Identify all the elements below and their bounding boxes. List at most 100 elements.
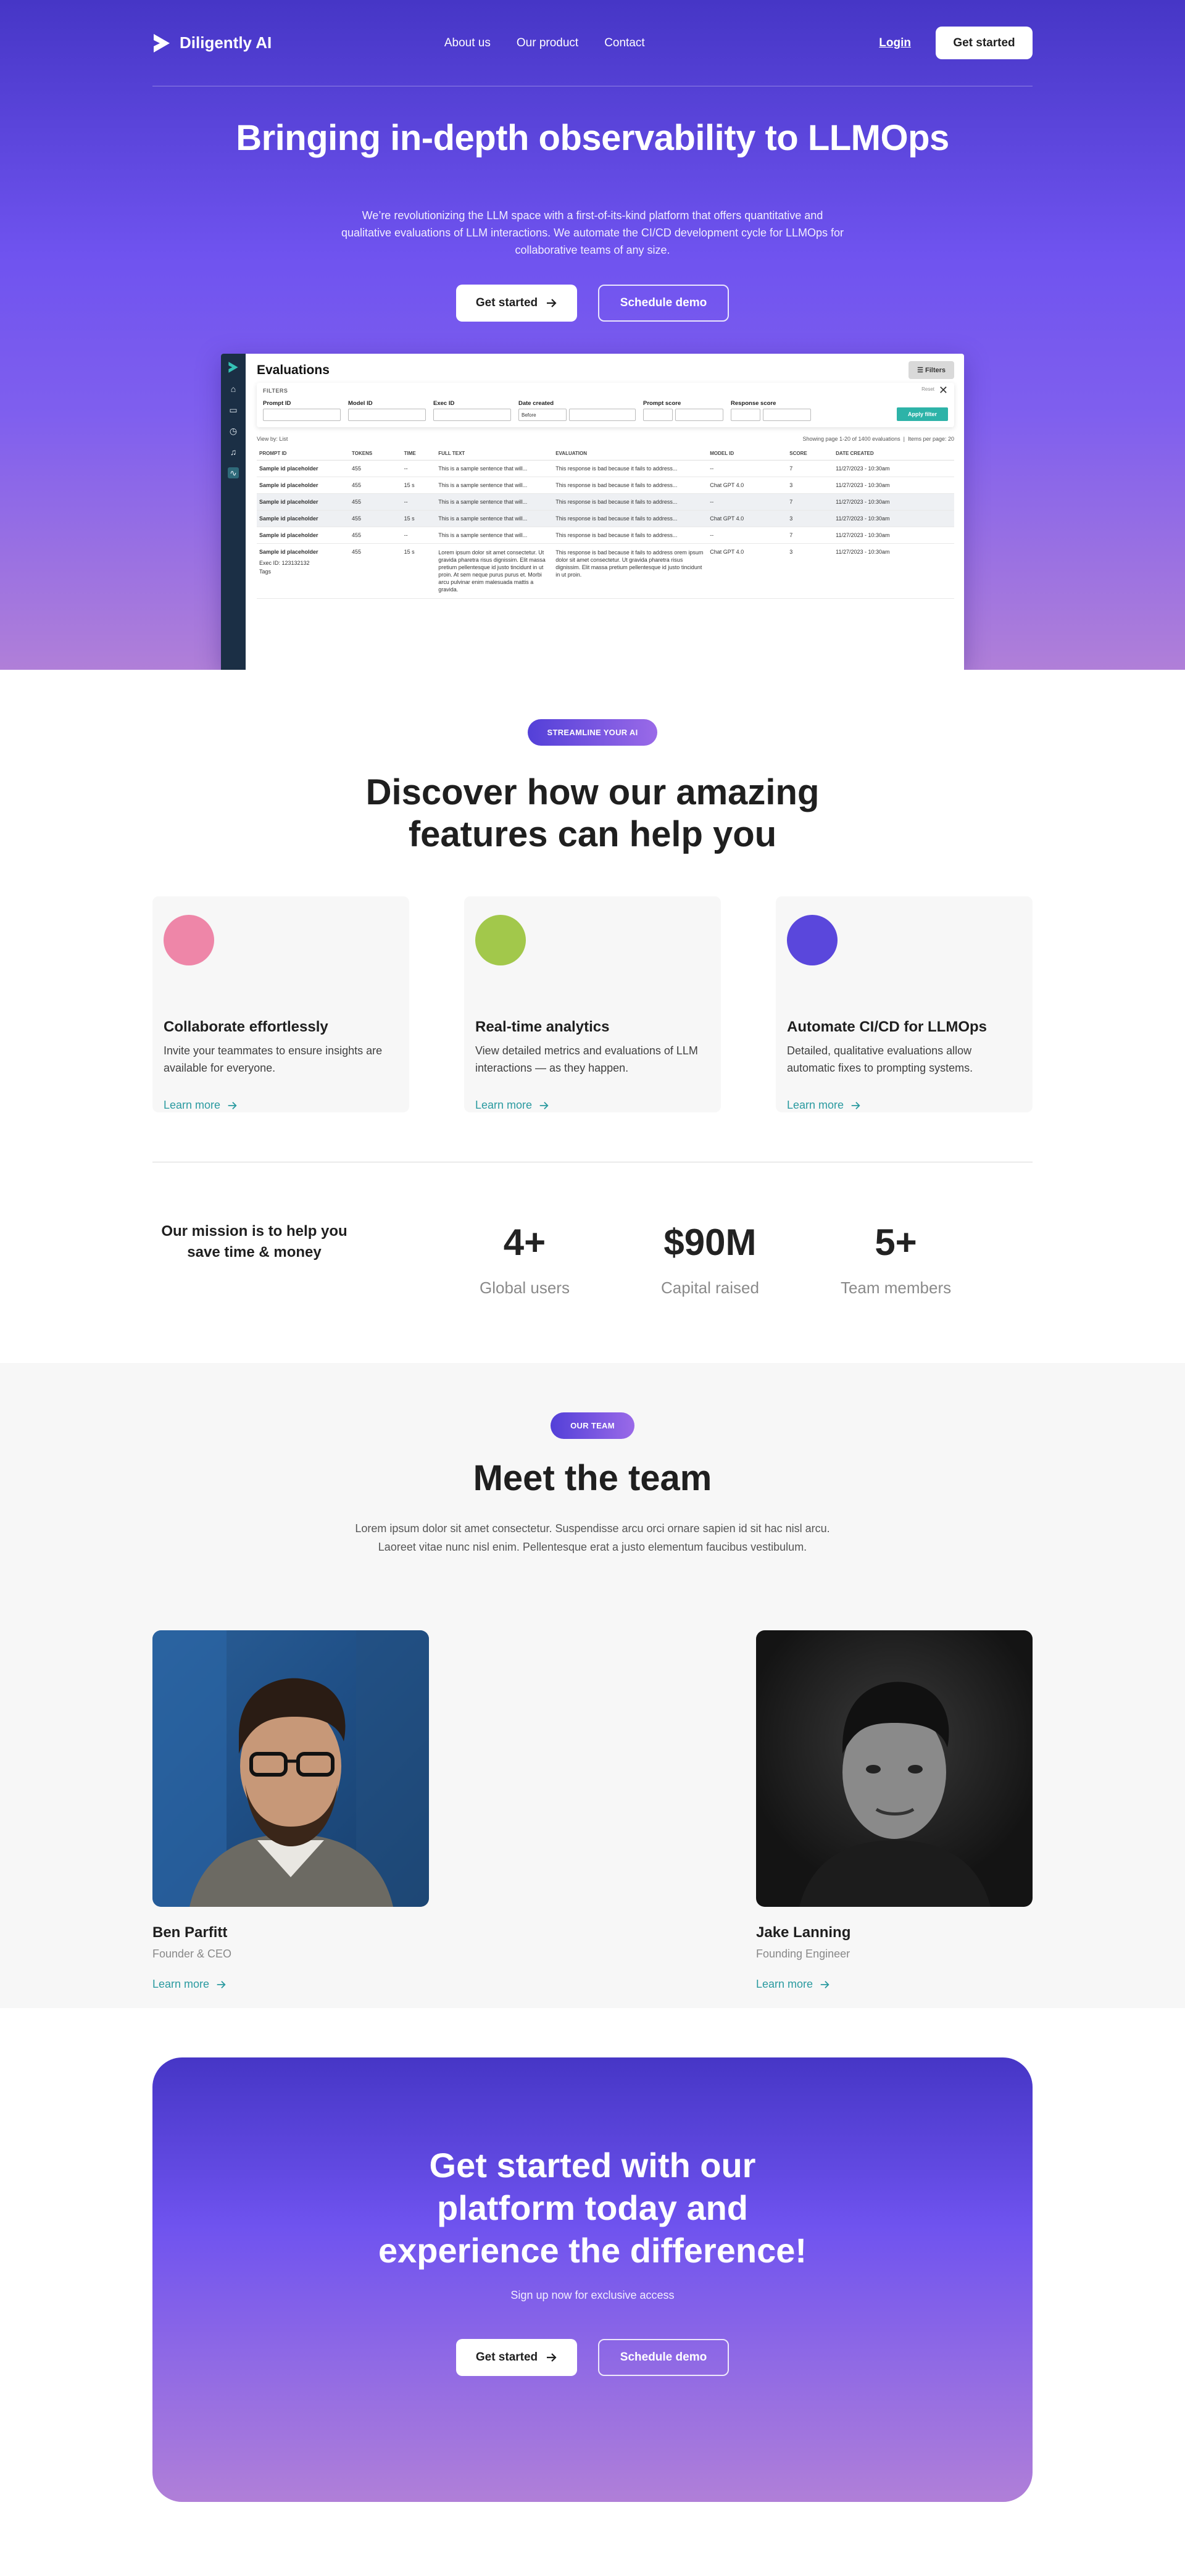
clock-icon[interactable]: ◷	[228, 425, 239, 436]
cell-time: --	[401, 527, 436, 544]
hero-section: Diligently AI About us Our product Conta…	[0, 0, 1185, 670]
member-photo	[152, 1630, 429, 1907]
table-row[interactable]: Sample id placeholder 455 -- This is a s…	[257, 460, 954, 477]
col-evaluation[interactable]: EVALUATION	[553, 447, 708, 461]
cell-score: 3	[787, 543, 834, 599]
home-icon[interactable]: ⌂	[228, 383, 239, 394]
member-card: Jake Lanning Founding Engineer Learn mor…	[756, 1630, 1033, 1991]
learn-more-link[interactable]: Learn more	[475, 1099, 549, 1112]
cell-prompt-id: Sample id placeholder	[257, 527, 349, 544]
response-score-label: Response score	[731, 400, 776, 407]
cell-text: Lorem ipsum dolor sit amet consectetur. …	[436, 543, 554, 599]
stat-label: Team members	[840, 1278, 952, 1297]
analytics-icon[interactable]: ∿	[228, 467, 239, 478]
hero-schedule-demo-button[interactable]: Schedule demo	[598, 285, 729, 322]
feature-title: Collaborate effortlessly	[164, 1019, 328, 1035]
learn-more-link[interactable]: Learn more	[164, 1099, 238, 1112]
features-section: STREAMLINE YOUR AI Discover how our amaz…	[0, 670, 1185, 1363]
prompt-score-op[interactable]	[643, 409, 673, 421]
cta-get-started-label: Get started	[475, 2351, 538, 2364]
feature-card-analytics: Real-time analytics View detailed metric…	[464, 896, 721, 1112]
table-row[interactable]: Sample id placeholder 455 -- This is a s…	[257, 527, 954, 544]
filters-button[interactable]: ☰ Filters	[908, 361, 954, 379]
login-link[interactable]: Login	[879, 36, 911, 50]
model-id-input[interactable]	[348, 409, 426, 421]
app-sidebar: ⌂ ▭ ◷ ♫ ∿	[221, 354, 246, 670]
items-per-page-select[interactable]: Items per page: 20	[908, 436, 954, 442]
hero-lead: We’re revolutionizing the LLM space with…	[341, 209, 844, 256]
date-created-label: Date created	[518, 400, 554, 407]
app-content: Evaluations ☰ Filters Reset ✕ FILTERS Pr…	[246, 354, 964, 670]
learn-more-link[interactable]: Learn more	[152, 1978, 227, 1991]
col-date-created[interactable]: DATE CREATED	[833, 447, 954, 461]
table-row[interactable]: Sample id placeholder 455 15 s This is a…	[257, 477, 954, 494]
nav-get-started-button[interactable]: Get started	[935, 27, 1033, 59]
exec-id-label: Exec ID	[433, 400, 455, 407]
arrow-right-icon	[228, 1101, 237, 1109]
learn-more-label: Learn more	[164, 1099, 221, 1111]
cell-text: This is a sample sentence that will...	[436, 460, 554, 477]
evaluations-table: PROMPT ID TOKENS TIME FULL TEXT EVALUATI…	[257, 447, 954, 599]
reset-link[interactable]: Reset	[921, 386, 934, 392]
app-title: Evaluations	[257, 362, 330, 377]
cta-panel: Get started with our platform today and …	[152, 2057, 1033, 2502]
cta-section: Get started with our platform today and …	[0, 2008, 1185, 2576]
response-score-input[interactable]	[763, 409, 811, 421]
col-tokens[interactable]: TOKENS	[349, 447, 402, 461]
table-row[interactable]: Sample id placeholder 455 15 s This is a…	[257, 510, 954, 527]
stat-number: 5+	[875, 1222, 917, 1263]
date-mode-select[interactable]: Before	[518, 409, 567, 421]
hero-get-started-label: Get started	[475, 296, 538, 309]
prompt-score-input[interactable]	[675, 409, 723, 421]
hero-get-started-button[interactable]: Get started	[456, 285, 577, 322]
member-card: Ben Parfitt Founder & CEO Learn more	[152, 1630, 429, 1991]
learn-more-label: Learn more	[756, 1978, 813, 1990]
tags-label: Tags	[259, 569, 272, 575]
view-by-select[interactable]: View by: List	[257, 436, 288, 442]
cell-score: 7	[787, 527, 834, 544]
cell-text: This is a sample sentence that will...	[436, 477, 554, 494]
cell-time: 15 s	[401, 543, 436, 599]
table-row-expanded[interactable]: Sample id placeholder Exec ID: 123132132…	[257, 543, 954, 599]
feature-dot-icon	[164, 915, 214, 965]
learn-more-link[interactable]: Learn more	[756, 1978, 830, 1991]
learn-more-link[interactable]: Learn more	[787, 1099, 861, 1112]
brand-logo[interactable]: Diligently AI	[152, 33, 272, 54]
col-model-id[interactable]: MODEL ID	[707, 447, 788, 461]
col-full-text[interactable]: FULL TEXT	[436, 447, 554, 461]
expanded-id: Sample id placeholder	[259, 549, 318, 555]
model-id-label: Model ID	[348, 400, 373, 407]
exec-id-text: Exec ID: 123132132	[259, 560, 310, 566]
cta-get-started-button[interactable]: Get started	[456, 2339, 577, 2376]
bell-icon[interactable]: ♫	[228, 446, 239, 457]
col-prompt-id[interactable]: PROMPT ID	[257, 447, 349, 461]
arrow-right-icon	[820, 1980, 830, 1988]
nav-link-product[interactable]: Our product	[517, 36, 578, 50]
exec-id-input[interactable]	[433, 409, 511, 421]
cell-tokens: 455	[349, 477, 402, 494]
feature-text: Invite your teammates to ensure insights…	[164, 1044, 383, 1074]
nav-link-contact[interactable]: Contact	[604, 36, 644, 50]
stats-row: Our mission is to help you save time & m…	[152, 1162, 1033, 1363]
paging-info: Showing page 1-20 of 1400 evaluations	[802, 436, 900, 442]
date-input[interactable]	[569, 409, 636, 421]
features-title-line1: Discover how our amazing	[365, 772, 820, 812]
prompt-id-input[interactable]	[263, 409, 341, 421]
close-icon[interactable]: ✕	[939, 384, 948, 397]
feature-card-collaborate: Collaborate effortlessly Invite your tea…	[152, 896, 409, 1112]
nav-link-about[interactable]: About us	[444, 36, 491, 50]
col-time[interactable]: TIME	[401, 447, 436, 461]
cell-score: 7	[787, 460, 834, 477]
cell-score: 3	[787, 477, 834, 494]
features-pill: STREAMLINE YOUR AI	[527, 719, 658, 746]
table-row[interactable]: Sample id placeholder 455 -- This is a s…	[257, 493, 954, 511]
cta-schedule-demo-button[interactable]: Schedule demo	[598, 2339, 729, 2376]
response-score-op[interactable]	[731, 409, 760, 421]
apply-filter-button[interactable]: Apply filter	[896, 407, 948, 421]
col-score[interactable]: SCORE	[787, 447, 834, 461]
cell-eval: This response is bad because it fails to…	[553, 543, 708, 599]
cell-tokens: 455	[349, 527, 402, 544]
arrow-right-icon	[217, 1980, 226, 1988]
inbox-icon[interactable]: ▭	[228, 404, 239, 415]
app-screenshot: ⌂ ▭ ◷ ♫ ∿ Evaluations ☰ Filters Reset ✕ …	[221, 354, 964, 670]
